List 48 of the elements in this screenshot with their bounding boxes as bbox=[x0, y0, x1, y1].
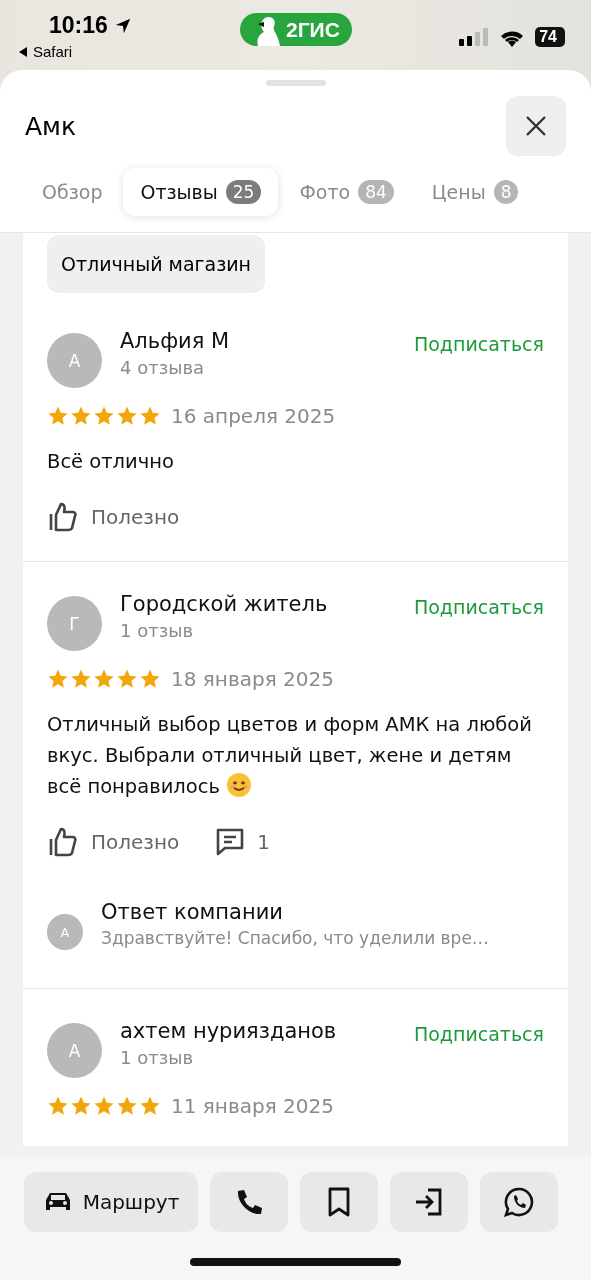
app-logo: 2ГИС bbox=[240, 13, 352, 46]
close-icon bbox=[525, 115, 547, 137]
subscribe-link[interactable]: Подписаться bbox=[413, 333, 544, 355]
avatar: А bbox=[47, 914, 83, 950]
avatar: А bbox=[47, 1023, 102, 1078]
tab[interactable]: Обзор bbox=[25, 168, 120, 216]
review-date: 16 апреля 2025 bbox=[171, 404, 336, 428]
review-tag: Отличный магазин bbox=[47, 235, 266, 293]
back-triangle-icon bbox=[18, 46, 28, 57]
author-name: Альфия М bbox=[120, 329, 231, 353]
review-date: 18 января 2025 bbox=[171, 667, 334, 691]
avatar: А bbox=[47, 333, 102, 388]
route-button[interactable]: Маршрут bbox=[24, 1172, 198, 1232]
status-time: 10:16 bbox=[49, 12, 108, 39]
reply-title: Ответ компании bbox=[101, 900, 284, 924]
bookmark-icon bbox=[327, 1187, 351, 1217]
signal-icon bbox=[459, 28, 490, 46]
enter-icon bbox=[414, 1187, 444, 1217]
reply-text: Здравствуйте! Спасибо, что уделили вре… bbox=[101, 928, 490, 948]
review-date: 11 января 2025 bbox=[171, 1094, 334, 1118]
enter-button[interactable] bbox=[390, 1172, 468, 1232]
chat-bubble-phone-icon bbox=[503, 1186, 535, 1218]
comments-button[interactable]: 1 bbox=[215, 826, 271, 858]
thumbs-up-icon bbox=[47, 826, 79, 858]
avatar: Г bbox=[47, 596, 102, 651]
thumbs-up-icon bbox=[47, 501, 79, 533]
tab[interactable]: Цены 8 bbox=[414, 168, 536, 216]
review-text: Всё отлично bbox=[47, 449, 175, 475]
close-button[interactable] bbox=[506, 96, 566, 156]
place-title: Амк bbox=[25, 111, 77, 141]
review-count: 1 отзыв bbox=[120, 1047, 195, 1068]
back-app-link[interactable]: Safari bbox=[33, 43, 73, 60]
tab[interactable]: Отзывы 25 bbox=[123, 168, 279, 216]
useful-button[interactable]: Полезно bbox=[47, 826, 180, 858]
subscribe-link[interactable]: Подписаться bbox=[413, 1023, 544, 1045]
review-count: 4 отзыва bbox=[120, 357, 206, 378]
review-text: Отличный выбор цветов и форм АМК на любой вкус. Выбрали отличный цвет, жене и детям всё понравилось bbox=[47, 712, 533, 800]
review-count: 1 отзыв bbox=[120, 620, 195, 641]
phone-button[interactable] bbox=[210, 1172, 288, 1232]
whatsapp-button[interactable] bbox=[480, 1172, 558, 1232]
author-name: Городской житель bbox=[120, 592, 329, 616]
tab[interactable]: Фото 84 bbox=[282, 168, 411, 216]
author-name: ахтем нуриязданов bbox=[120, 1019, 338, 1043]
subscribe-link[interactable]: Подписаться bbox=[413, 596, 544, 618]
bookmark-button[interactable] bbox=[300, 1172, 378, 1232]
battery-indicator: 74 bbox=[535, 27, 565, 47]
useful-button[interactable]: Полезно bbox=[47, 501, 180, 533]
comment-icon bbox=[215, 827, 246, 857]
